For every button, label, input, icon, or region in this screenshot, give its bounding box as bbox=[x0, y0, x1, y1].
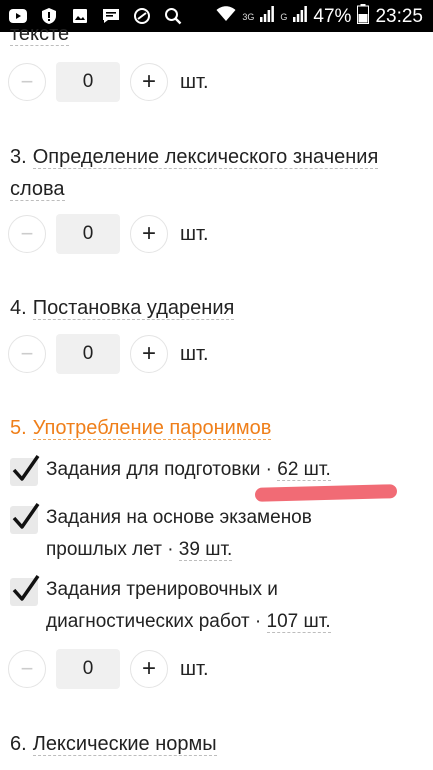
battery-level: 47% bbox=[313, 6, 352, 27]
option-count: 62 шт. bbox=[277, 459, 331, 481]
quantity-stepper[interactable]: − 0 + шт. bbox=[8, 214, 209, 254]
option-text: прошлых лет · bbox=[46, 539, 179, 560]
option-checkbox[interactable] bbox=[10, 455, 40, 486]
option-checkbox[interactable] bbox=[10, 503, 40, 534]
battery-icon bbox=[357, 4, 370, 30]
option-label[interactable]: Задания тренировочных и bbox=[46, 574, 426, 606]
section-title-5[interactable]: 5. Употребление паронимов bbox=[10, 412, 272, 444]
section-title-label: тексте bbox=[10, 23, 70, 46]
option-text: Задания для подготовки · bbox=[46, 459, 278, 480]
option-text: Задания тренировочных и bbox=[46, 579, 278, 600]
increment-button[interactable]: + bbox=[130, 650, 168, 688]
quantity-value[interactable]: 0 bbox=[56, 334, 120, 374]
section-title-3-cont[interactable]: слова bbox=[10, 173, 65, 205]
option-checkbox[interactable] bbox=[10, 575, 40, 606]
option-count: 107 шт. bbox=[266, 611, 331, 633]
section-title-6[interactable]: 6. Лексические нормы bbox=[10, 728, 217, 760]
quantity-value[interactable]: 0 bbox=[56, 214, 120, 254]
increment-button[interactable]: + bbox=[130, 63, 168, 101]
unit-label: шт. bbox=[180, 222, 209, 245]
section-number: 5. bbox=[10, 417, 27, 439]
checkmark-icon bbox=[12, 455, 40, 481]
clock: 23:25 bbox=[375, 6, 423, 27]
decrement-button[interactable]: − bbox=[8, 215, 46, 253]
decrement-button[interactable]: − bbox=[8, 335, 46, 373]
option-text: диагностических работ · bbox=[46, 611, 267, 632]
quantity-stepper[interactable]: − 0 + шт. bbox=[8, 649, 209, 689]
quantity-value[interactable]: 0 bbox=[56, 649, 120, 689]
option-count: 39 шт. bbox=[178, 539, 233, 561]
network-type-2: G bbox=[280, 12, 288, 22]
highlight-mark bbox=[254, 484, 398, 502]
section-title-label: Лексические нормы bbox=[32, 733, 217, 756]
wifi-icon bbox=[216, 6, 236, 28]
section-title-4[interactable]: 4. Постановка ударения bbox=[10, 292, 235, 324]
signal-icon-2 bbox=[293, 6, 308, 28]
increment-button[interactable]: + bbox=[130, 335, 168, 373]
quantity-value[interactable]: 0 bbox=[56, 62, 120, 102]
option-label-cont[interactable]: прошлых лет · 39 шт. bbox=[46, 534, 426, 566]
option-label-cont[interactable]: диагностических работ · 107 шт. bbox=[46, 606, 426, 638]
section-title-label: Употребление паронимов bbox=[32, 417, 272, 440]
unit-label: шт. bbox=[180, 342, 209, 365]
checkmark-icon bbox=[12, 575, 40, 601]
section-number: 6. bbox=[10, 733, 27, 755]
option-label[interactable]: Задания для подготовки · 62 шт. bbox=[46, 454, 426, 486]
network-type: 3G bbox=[242, 12, 255, 22]
signal-icon bbox=[260, 6, 275, 28]
search-icon bbox=[163, 6, 183, 26]
increment-button[interactable]: + bbox=[130, 215, 168, 253]
decrement-button[interactable]: − bbox=[8, 650, 46, 688]
section-title-label: Постановка ударения bbox=[32, 297, 235, 320]
image-icon bbox=[70, 6, 90, 26]
message-icon bbox=[101, 6, 121, 26]
quantity-stepper[interactable]: − 0 + шт. bbox=[8, 334, 209, 374]
vpn-icon bbox=[132, 6, 152, 26]
unit-label: шт. bbox=[180, 657, 209, 680]
unit-label: шт. bbox=[180, 70, 209, 93]
section-title-label: слова bbox=[10, 178, 65, 201]
decrement-button[interactable]: − bbox=[8, 63, 46, 101]
section-title-3[interactable]: 3. Определение лексического значения bbox=[10, 141, 379, 173]
option-text: Задания на основе экзаменов bbox=[46, 507, 312, 528]
section-title-partial[interactable]: тексте bbox=[10, 18, 70, 50]
option-label[interactable]: Задания на основе экзаменов bbox=[46, 502, 426, 534]
section-number: 4. bbox=[10, 297, 27, 319]
checkmark-icon bbox=[12, 503, 40, 529]
section-title-label: Определение лексического значения bbox=[32, 146, 379, 169]
section-number: 3. bbox=[10, 146, 27, 168]
quantity-stepper[interactable]: − 0 + шт. bbox=[8, 62, 209, 102]
